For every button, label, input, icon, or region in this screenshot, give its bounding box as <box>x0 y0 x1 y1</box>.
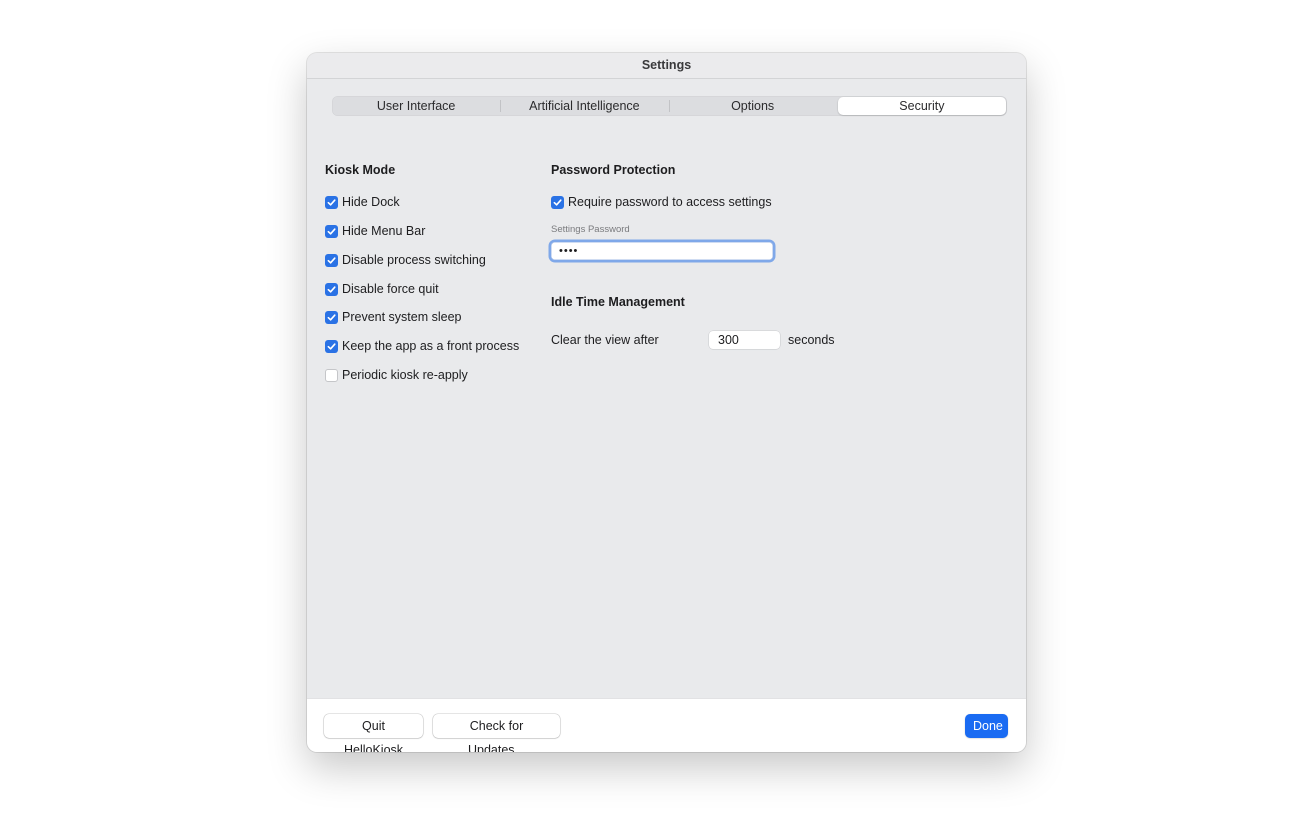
hide-menu-bar-option[interactable]: Hide Menu Bar <box>325 223 425 239</box>
footer-bar: Quit HelloKiosk Check for Updates... Don… <box>307 698 1026 752</box>
settings-window: Settings User Interface Artificial Intel… <box>307 53 1026 752</box>
tab-security[interactable]: Security <box>837 97 1006 115</box>
checkbox-checked-icon[interactable] <box>325 310 338 324</box>
checkbox-checked-icon[interactable] <box>325 253 338 267</box>
done-button[interactable]: Done <box>965 714 1008 738</box>
hide-menu-bar-label: Hide Menu Bar <box>342 224 426 238</box>
disable-process-switching-label: Disable process switching <box>342 253 486 267</box>
tab-user-interface[interactable]: User Interface <box>332 96 500 116</box>
settings-password-label: Settings Password <box>551 224 630 235</box>
require-password-label: Require password to access settings <box>568 195 772 209</box>
require-password-option[interactable]: Require password to access settings <box>551 194 772 210</box>
periodic-kiosk-reapply-label: Periodic kiosk re-apply <box>342 368 468 382</box>
window-title: Settings <box>307 53 1026 79</box>
idle-time-heading: Idle Time Management <box>551 295 685 309</box>
tab-artificial-intelligence[interactable]: Artificial Intelligence <box>500 96 668 116</box>
idle-seconds-input[interactable]: 300 <box>709 331 780 349</box>
checkbox-checked-icon[interactable] <box>325 224 338 238</box>
prevent-system-sleep-option[interactable]: Prevent system sleep <box>325 309 462 325</box>
keep-front-process-option[interactable]: Keep the app as a front process <box>325 338 519 354</box>
prevent-system-sleep-label: Prevent system sleep <box>342 310 462 324</box>
clear-view-label: Clear the view after <box>551 333 659 347</box>
periodic-kiosk-reapply-option[interactable]: Periodic kiosk re-apply <box>325 367 468 383</box>
checkbox-checked-icon[interactable] <box>325 282 338 296</box>
disable-force-quit-option[interactable]: Disable force quit <box>325 281 439 297</box>
check-updates-button[interactable]: Check for Updates... <box>433 714 560 752</box>
keep-front-process-label: Keep the app as a front process <box>342 339 520 353</box>
disable-process-switching-option[interactable]: Disable process switching <box>325 252 486 268</box>
kiosk-mode-heading: Kiosk Mode <box>325 163 396 177</box>
checkbox-unchecked-icon[interactable] <box>325 368 338 382</box>
hide-dock-option[interactable]: Hide Dock <box>325 194 400 210</box>
tab-options[interactable]: Options <box>668 96 837 116</box>
seconds-unit-label: seconds <box>788 333 835 347</box>
quit-button[interactable]: Quit HelloKiosk <box>324 714 423 752</box>
checkbox-checked-icon[interactable] <box>325 195 338 209</box>
checkbox-checked-icon[interactable] <box>551 195 564 209</box>
password-protection-heading: Password Protection <box>551 163 676 177</box>
disable-force-quit-label: Disable force quit <box>342 282 439 296</box>
tab-bar: User Interface Artificial Intelligence O… <box>332 96 1007 116</box>
settings-password-input[interactable]: •••• <box>551 242 773 260</box>
checkbox-checked-icon[interactable] <box>325 339 338 353</box>
hide-dock-label: Hide Dock <box>342 195 400 209</box>
